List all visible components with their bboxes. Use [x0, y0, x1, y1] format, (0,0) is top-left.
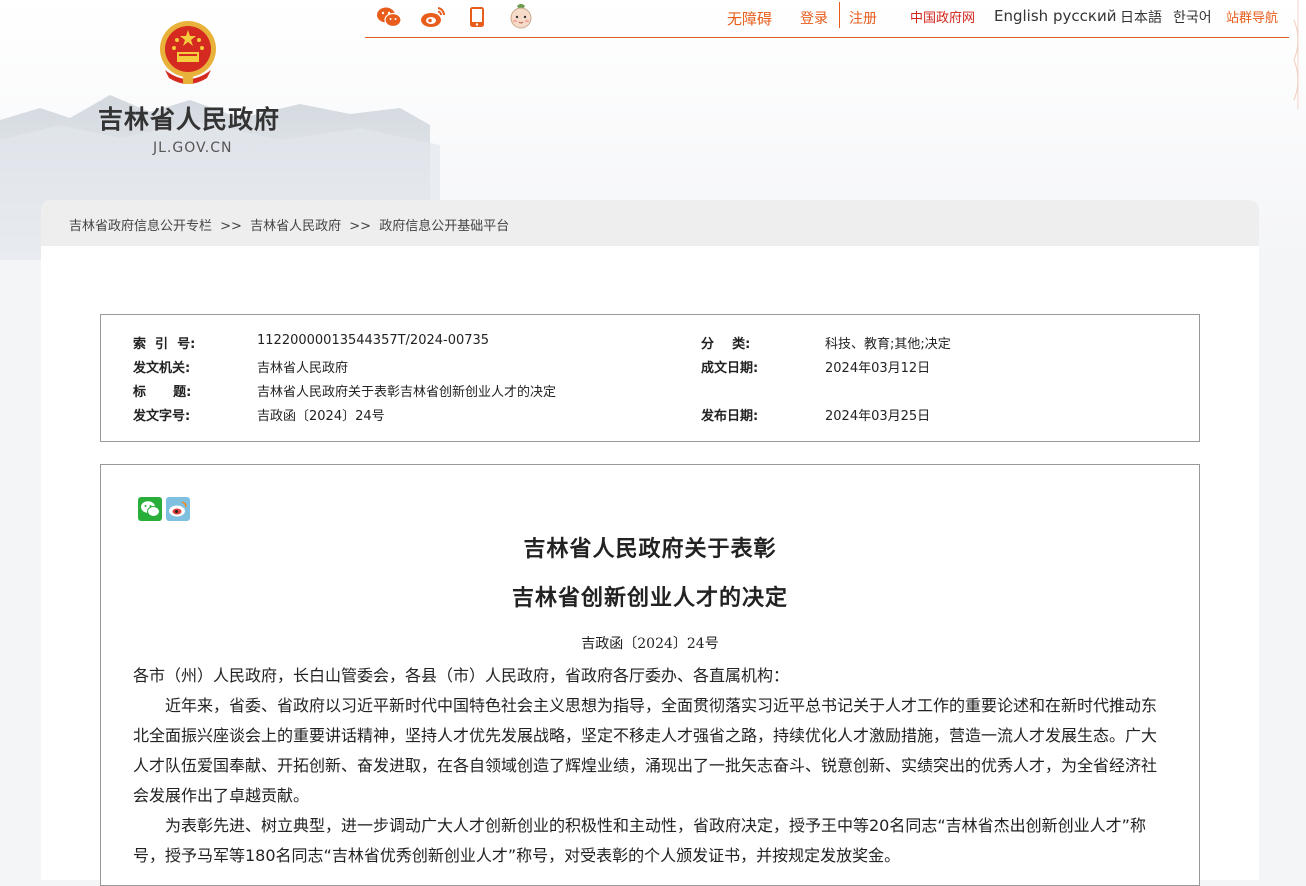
doc-number-value: 吉政函〔2024〕24号	[257, 409, 385, 424]
breadcrumb-item-platform[interactable]: 政府信息公开基础平台	[379, 219, 509, 234]
index-number-value: 11220000013544357T/2024-00735	[257, 333, 490, 348]
share-bar	[138, 497, 190, 521]
accessibility-link[interactable]: 无障碍	[727, 8, 772, 29]
article-title-line1: 吉林省人民政府关于表彰	[523, 536, 777, 562]
title-value: 吉林省人民政府关于表彰吉林省创新创业人才的决定	[257, 385, 557, 400]
article-body: 各市（州）人民政府，长白山管委会，各县（市）人民政府，省政府各厅委办、各直属机构…	[133, 661, 1171, 871]
header-underline	[365, 37, 1289, 38]
created-date-value: 2024年03月12日	[825, 361, 931, 376]
published-date-label: 发布日期:	[701, 409, 759, 424]
issuer-label: 发文机关:	[133, 361, 191, 376]
breadcrumb-item-info-column[interactable]: 吉林省政府信息公开专栏	[69, 219, 212, 234]
japanese-link[interactable]: 日本語	[1120, 7, 1162, 27]
top-navigation: 无障碍 登录 注册 中国政府网 English русский 日本語 한국어 …	[0, 6, 1306, 30]
published-date-value: 2024年03月25日	[825, 409, 931, 424]
paragraph-2: 为表彰先进、树立典型，进一步调动广大人才创新创业的积极性和主动性，省政府决定，授…	[133, 816, 1146, 865]
register-link[interactable]: 注册	[849, 8, 877, 28]
russian-link[interactable]: русский	[1053, 7, 1116, 25]
index-number-label: 索 引 号:	[133, 337, 196, 352]
breadcrumb-item-provincial-gov[interactable]: 吉林省人民政府	[250, 219, 341, 234]
title-label: 标 题:	[133, 385, 192, 400]
issuer-value: 吉林省人民政府	[257, 361, 349, 376]
wechat-share-icon[interactable]	[138, 497, 162, 521]
korean-link[interactable]: 한국어	[1173, 7, 1212, 27]
doc-number-label: 发文字号:	[133, 409, 191, 424]
salutation: 各市（州）人民政府，长白山管委会，各县（市）人民政府，省政府各厅委办、各直属机构…	[133, 666, 790, 685]
nav-divider	[839, 2, 840, 28]
weibo-share-icon[interactable]	[166, 497, 190, 521]
category-value: 科技、教育;其他;决定	[825, 337, 951, 352]
article-doc-number: 吉政函〔2024〕24号	[581, 636, 719, 652]
site-title[interactable]: 吉林省人民政府	[98, 100, 280, 136]
login-link[interactable]: 登录	[800, 8, 828, 28]
created-date-label: 成文日期:	[701, 361, 759, 376]
article-title-line2: 吉林省创新创业人才的决定	[511, 585, 788, 611]
breadcrumb-separator: >>	[349, 219, 372, 234]
english-link[interactable]: English	[994, 7, 1048, 25]
gov-portal-link[interactable]: 中国政府网	[910, 7, 975, 26]
site-domain: JL.GOV.CN	[153, 140, 233, 156]
side-decoration	[1290, 0, 1306, 110]
document-metadata: 索 引 号: 11220000013544357T/2024-00735 分 类…	[100, 314, 1200, 442]
site-nav-link[interactable]: 站群导航	[1226, 7, 1278, 26]
breadcrumb-separator: >>	[220, 219, 242, 234]
article-content: 吉林省人民政府关于表彰 吉林省创新创业人才的决定 吉政函〔2024〕24号 各市…	[100, 464, 1200, 886]
category-label: 分 类:	[701, 337, 751, 352]
breadcrumb: 吉林省政府信息公开专栏 >> 吉林省人民政府 >> 政府信息公开基础平台	[41, 200, 1259, 246]
paragraph-1: 近年来，省委、省政府以习近平新时代中国特色社会主义思想为指导，全面贯彻落实习近平…	[133, 696, 1158, 805]
